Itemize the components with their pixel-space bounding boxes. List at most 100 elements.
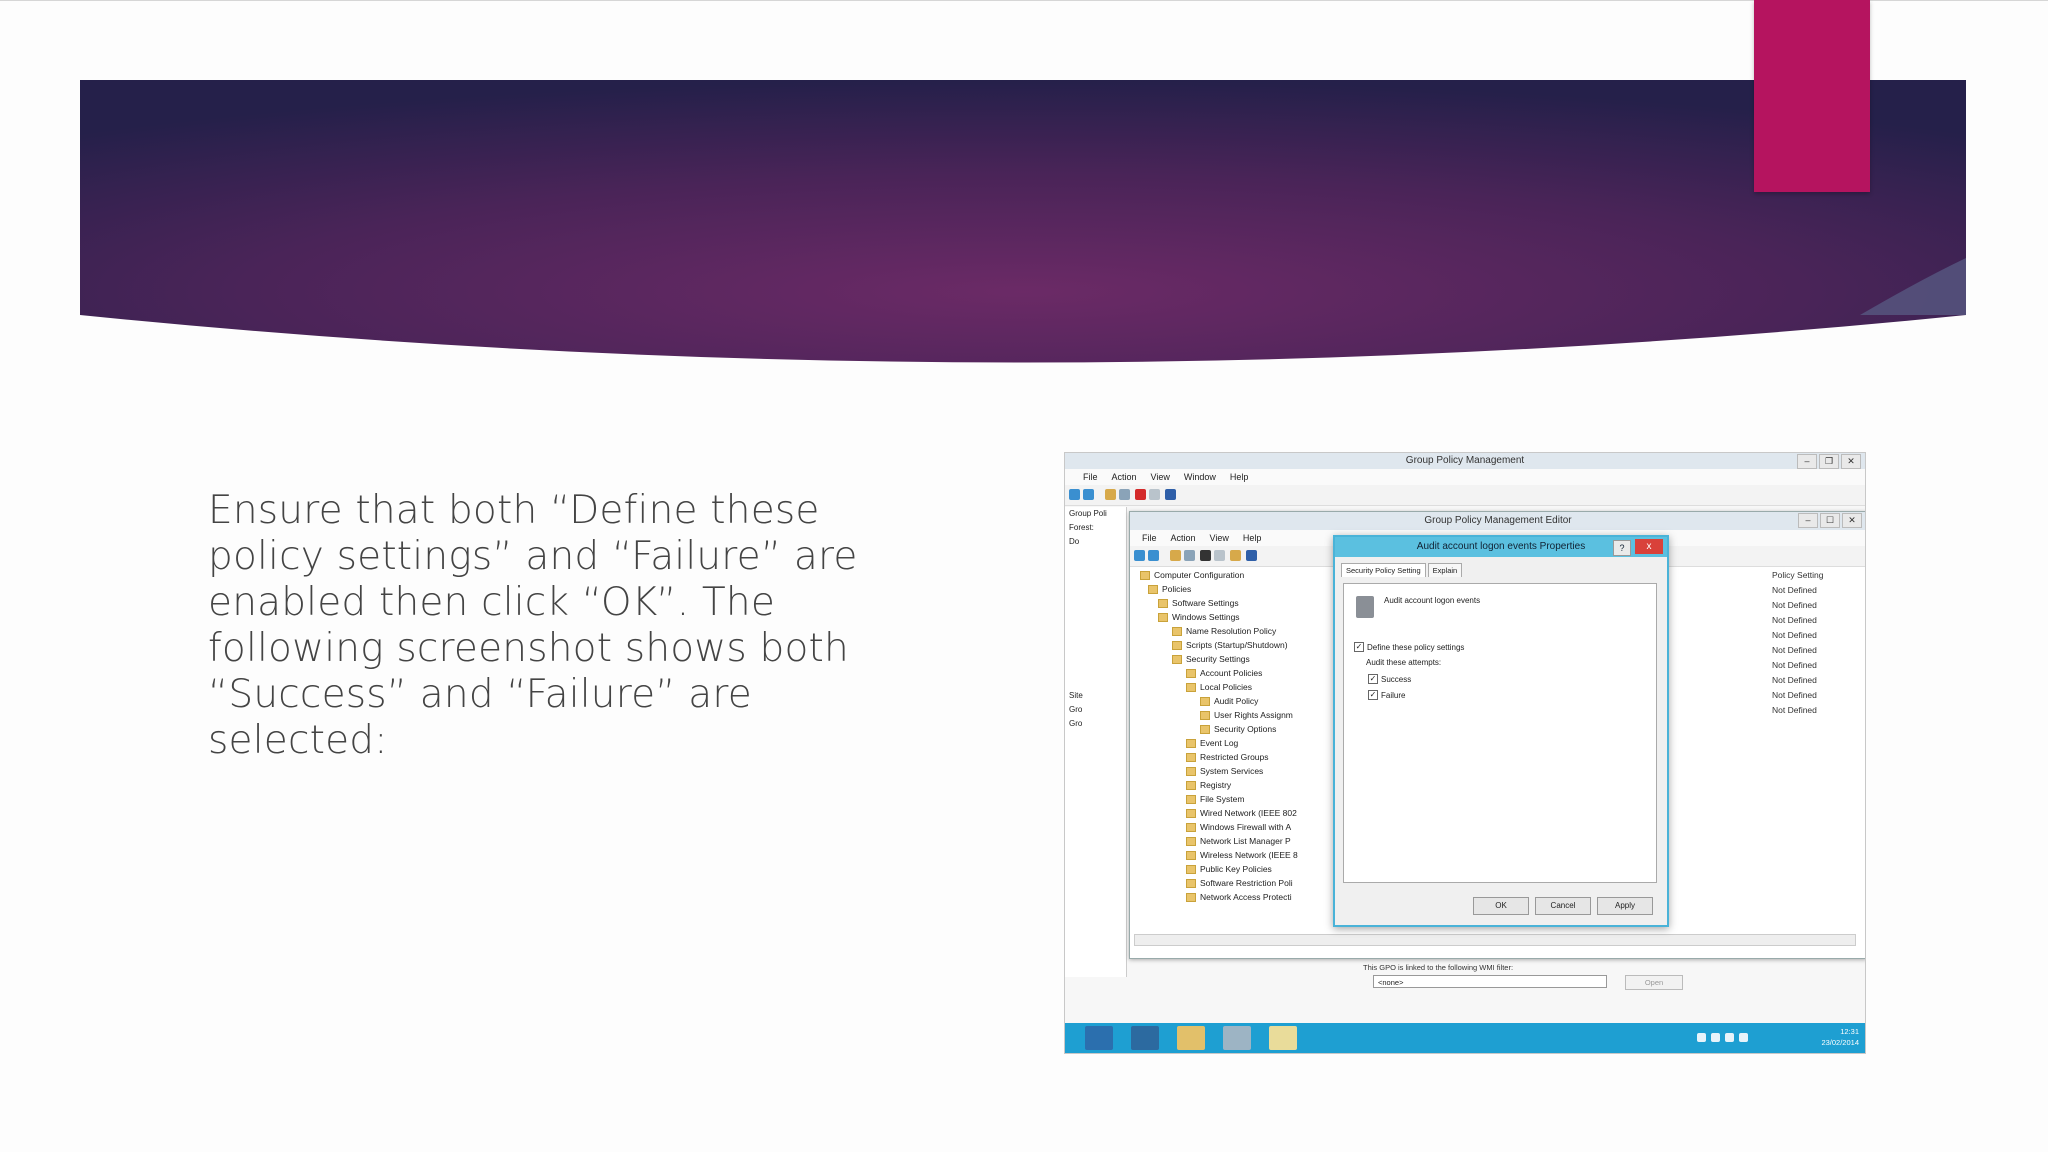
back-icon[interactable] [1134,550,1145,561]
folder-icon[interactable] [1170,550,1181,561]
failure-label: Failure [1381,690,1406,700]
tree-item[interactable]: Wired Network (IEEE 802 [1136,806,1326,820]
tree-item[interactable]: Software Restriction Poli [1136,876,1326,890]
tree-item[interactable]: Policies [1136,582,1326,596]
close-icon[interactable]: ✕ [1842,513,1862,528]
close-icon[interactable]: ✕ [1841,454,1861,469]
cancel-button[interactable]: Cancel [1535,897,1591,915]
tree-item[interactable]: Network Access Protecti [1136,890,1326,904]
folder-icon [1186,683,1196,693]
refresh-icon[interactable] [1149,489,1160,500]
file-explorer-icon[interactable] [1177,1026,1205,1050]
horizontal-scrollbar[interactable] [1134,934,1856,946]
tree-item[interactable]: Event Log [1136,736,1326,750]
gpm-tree-item[interactable]: Gro [1069,717,1126,731]
tree-item[interactable]: Restricted Groups [1136,750,1326,764]
menu-view[interactable]: View [1210,530,1229,546]
volume-icon[interactable] [1739,1033,1748,1042]
flag-icon[interactable] [1711,1033,1720,1042]
view-icon[interactable] [1119,489,1130,500]
policy-value: Not Defined [1772,675,1817,685]
gpm-tree-item[interactable]: Site [1069,689,1126,703]
tree-item[interactable]: File System [1136,792,1326,806]
menu-help[interactable]: Help [1230,469,1249,485]
success-label: Success [1381,674,1412,684]
tree-item[interactable]: Scripts (Startup/Shutdown) [1136,638,1326,652]
menu-action[interactable]: Action [1112,469,1137,485]
help-icon[interactable] [1165,489,1176,500]
tree-item[interactable]: Security Options [1136,722,1326,736]
tab-explain[interactable]: Explain [1427,563,1463,577]
folder-icon [1186,837,1196,847]
tree-item[interactable]: System Services [1136,764,1326,778]
restore-icon[interactable]: ❐ [1819,454,1839,469]
define-settings-checkbox[interactable]: ✓ [1354,642,1364,652]
menu-view[interactable]: View [1151,469,1170,485]
maximize-icon[interactable]: ☐ [1820,513,1840,528]
wmi-open-button[interactable]: Open [1625,975,1683,990]
tree-item[interactable]: Registry [1136,778,1326,792]
clock[interactable]: 12:31 23/02/2014 [1821,1026,1859,1048]
tree-item[interactable]: User Rights Assignm [1136,708,1326,722]
tree-item[interactable]: Network List Manager P [1136,834,1326,848]
network-icon[interactable] [1725,1033,1734,1042]
tree-item[interactable]: Wireless Network (IEEE 8 [1136,848,1326,862]
tree-item[interactable]: Computer Configuration [1136,568,1326,582]
forward-icon[interactable] [1083,489,1094,500]
menu-file[interactable]: File [1142,530,1157,546]
folder-icon [1200,711,1210,721]
tree-item[interactable]: Audit Policy [1136,694,1326,708]
minimize-icon[interactable]: – [1797,454,1817,469]
success-row[interactable]: ✓ Success [1368,674,1411,684]
back-icon[interactable] [1069,489,1080,500]
help-button[interactable]: ? [1613,540,1631,556]
gpm-tree-item[interactable]: Forest: [1069,521,1126,535]
gpm-tree-item[interactable]: Gro [1069,703,1126,717]
folder-icon [1186,781,1196,791]
menu-file[interactable]: File [1083,469,1098,485]
help-icon[interactable] [1246,550,1257,561]
tree-item[interactable]: Public Key Policies [1136,862,1326,876]
wmi-filter-select[interactable]: <none> [1373,975,1607,988]
tray-arrow-icon[interactable] [1697,1033,1706,1042]
gpm-tree-item[interactable]: Do [1069,535,1126,549]
properties-icon[interactable] [1214,550,1225,561]
failure-checkbox[interactable]: ✓ [1368,690,1378,700]
tree-item[interactable]: Software Settings [1136,596,1326,610]
view-icon[interactable] [1184,550,1195,561]
tree-item[interactable]: Windows Firewall with A [1136,820,1326,834]
menu-action[interactable]: Action [1171,530,1196,546]
delete-icon[interactable] [1200,550,1211,561]
delete-icon[interactable] [1135,489,1146,500]
folder-icon [1186,739,1196,749]
gpm-tree-item[interactable]: Group Poli [1069,507,1126,521]
tree-item[interactable]: Windows Settings [1136,610,1326,624]
notepad-icon[interactable] [1269,1026,1297,1050]
script-icon [1172,641,1182,651]
export-icon[interactable] [1230,550,1241,561]
apply-button[interactable]: Apply [1597,897,1653,915]
column-header[interactable]: Policy Setting [1772,568,1862,583]
failure-row[interactable]: ✓ Failure [1368,690,1405,700]
tab-security-policy-setting[interactable]: Security Policy Setting [1341,563,1426,577]
server-manager-icon[interactable] [1085,1026,1113,1050]
success-checkbox[interactable]: ✓ [1368,674,1378,684]
group-policy-icon[interactable] [1223,1026,1251,1050]
powershell-icon[interactable] [1131,1026,1159,1050]
folder-icon[interactable] [1105,489,1116,500]
forward-icon[interactable] [1148,550,1159,561]
folder-icon [1158,599,1168,609]
menu-window[interactable]: Window [1184,469,1216,485]
ok-button[interactable]: OK [1473,897,1529,915]
tree-item[interactable]: Security Settings [1136,652,1326,666]
policy-value: Not Defined [1772,585,1817,595]
tree-item[interactable]: Name Resolution Policy [1136,624,1326,638]
tree-item[interactable]: Local Policies [1136,680,1326,694]
dialog-title: Audit account logon events Properties [1416,541,1586,552]
tree-item[interactable]: Account Policies [1136,666,1326,680]
minimize-icon[interactable]: – [1798,513,1818,528]
close-button[interactable]: x [1635,539,1663,554]
menu-help[interactable]: Help [1243,530,1262,546]
folder-icon [1186,753,1196,763]
define-settings-row[interactable]: ✓ Define these policy settings [1354,642,1464,652]
